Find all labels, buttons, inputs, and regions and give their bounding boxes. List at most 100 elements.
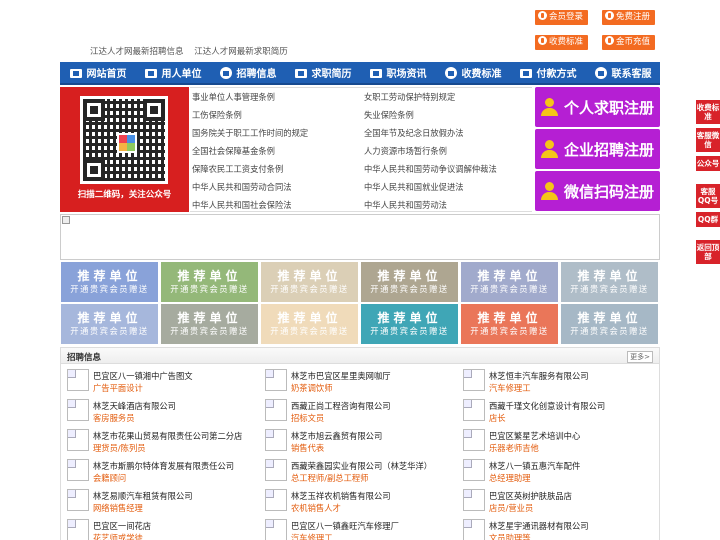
- nav-home[interactable]: 网站首页: [60, 62, 135, 83]
- company-logo: [265, 519, 287, 540]
- coin-icon: [605, 36, 614, 45]
- side-official-account[interactable]: 公众号: [696, 156, 720, 171]
- more-link[interactable]: 更多>: [627, 351, 653, 363]
- company-icon: [540, 140, 559, 158]
- latest-jobs-link[interactable]: 江达人才网最新招聘信息: [90, 47, 184, 57]
- job-item[interactable]: 林芝恒丰汽车服务有限公司 汽车修理工: [457, 368, 657, 396]
- law-link[interactable]: 中华人民共和国劳动法: [364, 199, 447, 211]
- job-item[interactable]: 林芝市花果山贸易有限责任公司第二分店 理货员/陈列员: [61, 428, 261, 456]
- person-icon: [540, 98, 559, 116]
- main-nav: 网站首页 用人单位 招聘信息 求职简历 职场资讯 收费标准 付款方式 联系客服: [60, 62, 660, 85]
- job-item[interactable]: 西藏千瑾文化创意设计有限公司 店长: [457, 398, 657, 426]
- side-service-qq[interactable]: 客服QQ号: [696, 184, 720, 208]
- user-add-icon: [605, 11, 614, 20]
- qr-panel: 扫描二维码，关注公众号: [60, 87, 189, 212]
- member-login-button[interactable]: 会员登录: [535, 10, 589, 25]
- job-item[interactable]: 巴宜区八一镇湘中广告图文 广告平面设计: [61, 368, 261, 396]
- job-item[interactable]: 西藏荣鑫园实业有限公司（林芝华洋） 总工程师/副总工程师: [259, 458, 459, 486]
- law-link[interactable]: 失业保险条例: [364, 109, 414, 121]
- recommend-slot[interactable]: 推荐单位 开通贵宾会员赠送: [561, 304, 658, 344]
- job-item[interactable]: 巴宜区繁星艺术培训中心 乐器老师吉他: [457, 428, 657, 456]
- job-item[interactable]: 巴宜区八一镇鑫旺汽车修理厂 汽车修理工: [259, 518, 459, 540]
- nav-news[interactable]: 职场资讯: [360, 62, 435, 83]
- company-register-button[interactable]: 企业招聘注册: [535, 129, 660, 169]
- recommend-slot[interactable]: 推荐单位 开通贵宾会员赠送: [361, 304, 458, 344]
- law-link[interactable]: 事业单位人事管理条例: [192, 91, 275, 103]
- fee-standard-button[interactable]: 收费标准: [535, 35, 589, 50]
- job-item[interactable]: 巴宜区英树护肤肤品店 店员/营业员: [457, 488, 657, 516]
- jobs-section: 招聘信息 更多> 巴宜区八一镇湘中广告图文 广告平面设计 林芝市巴宜区星里奥网咖厅…: [60, 347, 660, 540]
- wechat-register-button[interactable]: 微信扫码注册: [535, 171, 660, 211]
- job-item[interactable]: 林芝易顺汽车租赁有限公司 网络销售经理: [61, 488, 261, 516]
- gold-recharge-button[interactable]: 金币充值: [602, 35, 656, 50]
- job-item[interactable]: 林芝市旭云鑫贸有限公司 销售代表: [259, 428, 459, 456]
- company-logo: [463, 369, 485, 391]
- jobs-title: 招聘信息: [67, 353, 102, 363]
- company-logo: [265, 399, 287, 421]
- personal-register-button[interactable]: 个人求职注册: [535, 87, 660, 127]
- side-qq-group[interactable]: QQ群: [696, 212, 720, 227]
- nav-jobs[interactable]: 招聘信息: [210, 62, 285, 83]
- company-logo: [463, 429, 485, 451]
- job-item[interactable]: 林芝市斯鹏尔特体育发展有限责任公司 会籍顾问: [61, 458, 261, 486]
- company-logo: [463, 489, 485, 511]
- law-links: 事业单位人事管理条例 女职工劳动保护特别规定 工伤保险条例 失业保险条例 国务院…: [190, 87, 532, 212]
- recommend-slot[interactable]: 推荐单位 开通贵宾会员赠送: [461, 304, 558, 344]
- yen-icon: [538, 36, 547, 45]
- recommend-slot[interactable]: 推荐单位 开通贵宾会员赠送: [61, 304, 158, 344]
- job-item[interactable]: 西藏正尚工程咨询有限公司 招标文员: [259, 398, 459, 426]
- law-link[interactable]: 中华人民共和国社会保险法: [192, 199, 292, 211]
- nav-support[interactable]: 联系客服: [585, 62, 660, 83]
- law-link[interactable]: 工伤保险条例: [192, 109, 242, 121]
- recommend-slot[interactable]: 推荐单位 开通贵宾会员赠送: [61, 262, 158, 302]
- company-logo: [67, 429, 89, 451]
- resume-icon: [294, 66, 308, 80]
- yen-icon: [444, 66, 458, 80]
- side-fee-standard[interactable]: 收费标准: [696, 100, 720, 124]
- company-logo: [463, 459, 485, 481]
- company-logo: [67, 459, 89, 481]
- side-back-to-top[interactable]: 返回顶部: [696, 240, 720, 264]
- nav-payment[interactable]: 付款方式: [510, 62, 585, 83]
- broken-image-icon: [62, 216, 70, 224]
- law-link[interactable]: 保障农民工工资支付条例: [192, 163, 283, 175]
- law-link[interactable]: 中华人民共和国就业促进法: [364, 181, 464, 193]
- company-logo: [67, 489, 89, 511]
- building-icon: [144, 66, 158, 80]
- law-link[interactable]: 国务院关于职工工作时间的规定: [192, 127, 308, 139]
- law-link[interactable]: 人力资源市场暂行条例: [364, 145, 447, 157]
- side-service-wechat[interactable]: 客服微信: [696, 128, 720, 152]
- recommend-slot[interactable]: 推荐单位 开通贵宾会员赠送: [161, 262, 258, 302]
- nav-employers[interactable]: 用人单位: [135, 62, 210, 83]
- ad-banner[interactable]: [60, 214, 660, 260]
- law-link[interactable]: 全国年节及纪念日放假办法: [364, 127, 464, 139]
- job-item[interactable]: 林芝星宇通讯器材有限公司 文员助理等: [457, 518, 657, 540]
- job-item[interactable]: 巴宜区一间花店 花艺师或学徒: [61, 518, 261, 540]
- company-logo: [67, 519, 89, 540]
- page: 会员登录 免费注册 收费标准 金币充值 江达人才网最新招聘信息 江达人才网最新求…: [0, 0, 720, 540]
- law-link[interactable]: 中华人民共和国劳动争议调解仲裁法: [364, 163, 497, 175]
- recommend-slot[interactable]: 推荐单位 开通贵宾会员赠送: [261, 304, 358, 344]
- nav-resumes[interactable]: 求职简历: [285, 62, 360, 83]
- phone-icon: [594, 66, 608, 80]
- law-link[interactable]: 女职工劳动保护特别规定: [364, 91, 455, 103]
- recommend-slot[interactable]: 推荐单位 开通贵宾会员赠送: [361, 262, 458, 302]
- job-item[interactable]: 林芝玉祥农机销售有限公司 农机销售人才: [259, 488, 459, 516]
- latest-resumes-link[interactable]: 江达人才网最新求职简历: [194, 47, 288, 57]
- recommend-slot[interactable]: 推荐单位 开通贵宾会员赠送: [261, 262, 358, 302]
- nav-fees[interactable]: 收费标准: [435, 62, 510, 83]
- law-link[interactable]: 中华人民共和国劳动合同法: [192, 181, 292, 193]
- card-icon: [519, 66, 533, 80]
- free-register-button[interactable]: 免费注册: [602, 10, 656, 25]
- law-link[interactable]: 全国社会保障基金条例: [192, 145, 275, 157]
- jobs-header: 招聘信息 更多>: [61, 348, 659, 364]
- job-item[interactable]: 林芝天峰酒店有限公司 客房服务员: [61, 398, 261, 426]
- recommend-slot[interactable]: 推荐单位 开通贵宾会员赠送: [561, 262, 658, 302]
- qr-caption: 扫描二维码，关注公众号: [77, 190, 172, 200]
- wechat-icon: [540, 182, 559, 200]
- recommend-slot[interactable]: 推荐单位 开通贵宾会员赠送: [461, 262, 558, 302]
- company-logo: [265, 429, 287, 451]
- recommend-slot[interactable]: 推荐单位 开通贵宾会员赠送: [161, 304, 258, 344]
- job-item[interactable]: 林芝八一镇五惠汽车配件 总经理助理: [457, 458, 657, 486]
- job-item[interactable]: 林芝市巴宜区星里奥网咖厅 奶茶调饮师: [259, 368, 459, 396]
